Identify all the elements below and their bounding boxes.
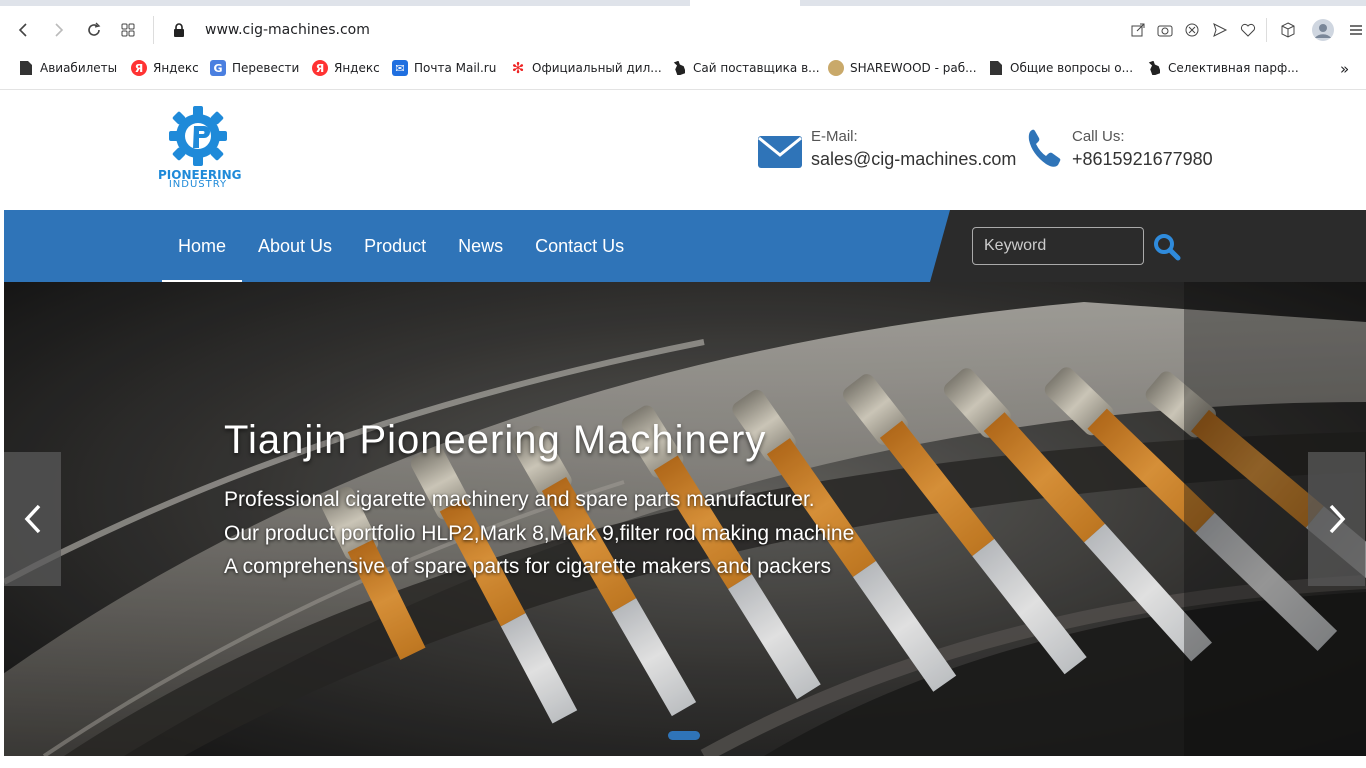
bookmark-label: Общие вопросы о... (1010, 61, 1134, 75)
heart-icon[interactable] (1236, 18, 1260, 42)
nav-menu: Home About Us Product News Contact Us (162, 210, 640, 282)
phone-label: Call Us: (1072, 128, 1125, 145)
page-icon (18, 60, 34, 76)
email-label: E-Mail: (811, 128, 858, 145)
phone-value[interactable]: +8615921677980 (1072, 149, 1213, 170)
speed-dial-icon[interactable] (116, 18, 140, 42)
search-icon (1154, 234, 1181, 261)
lock-icon[interactable] (167, 18, 191, 42)
bookmark-label: Яндекс (334, 61, 380, 75)
bookmark-item[interactable]: Селективная парф... (1146, 60, 1299, 76)
slider-dot-active[interactable] (668, 731, 700, 740)
slider-prev-button[interactable] (4, 452, 61, 586)
phone-icon (1028, 129, 1061, 167)
page-below-hero (4, 756, 1366, 768)
adblock-icon[interactable] (1180, 18, 1204, 42)
bookmark-item[interactable]: Общие вопросы о... (988, 60, 1133, 76)
bookmark-item[interactable]: G Перевести (210, 60, 299, 76)
bookmark-label: Селективная парф... (1168, 61, 1299, 75)
main-navigation: Home About Us Product News Contact Us (4, 210, 1366, 282)
bookmark-item[interactable]: Авиабилеты (18, 60, 117, 76)
tab-strip (0, 0, 1366, 6)
translate-icon: G (210, 60, 226, 76)
browser-chrome: www.cig-machines.com Авиабилеты Я Яндекс… (0, 0, 1366, 90)
envelope-icon (758, 136, 802, 168)
active-tab[interactable] (690, 0, 800, 6)
hero-line: A comprehensive of spare parts for cigar… (224, 555, 831, 578)
logo-text: PIONEERING INDUSTRY (158, 169, 242, 190)
bookmark-item[interactable]: ✻ Официальный дил... (510, 59, 662, 77)
yandex-icon: Я (312, 60, 328, 76)
bookmark-label: Почта Mail.ru (414, 61, 497, 75)
bookmark-item[interactable]: Я Яндекс (131, 60, 199, 76)
hero-line: Our product portfolio HLP2,Mark 8,Mark 9… (224, 522, 855, 545)
bottle-icon (1146, 60, 1162, 76)
reload-icon[interactable] (82, 18, 106, 42)
toolbar-divider (153, 16, 154, 44)
site-header: PIONEERING INDUSTRY E-Mail: sales@cig-ma… (4, 90, 1366, 210)
search-button[interactable] (1152, 232, 1182, 262)
nav-item-product[interactable]: Product (348, 210, 442, 282)
browser-toolbar: www.cig-machines.com (0, 10, 1366, 50)
back-icon[interactable] (12, 18, 36, 42)
bookmark-label: Перевести (232, 61, 300, 75)
mail-icon: ✉ (392, 60, 408, 76)
nav-item-home[interactable]: Home (162, 210, 243, 282)
phone-contact: Call Us: +8615921677980 (1026, 128, 1213, 170)
bookmark-item[interactable]: Сай поставщика в... (671, 60, 820, 76)
bookmark-item[interactable]: Я Яндекс (312, 60, 380, 76)
email-value[interactable]: sales@cig-machines.com (811, 149, 1016, 170)
gear-logo-icon (169, 106, 227, 166)
sharewood-icon (828, 60, 844, 76)
yandex-icon: Я (131, 60, 147, 76)
site-logo[interactable]: PIONEERING INDUSTRY (158, 104, 242, 194)
page-icon (988, 60, 1004, 76)
bottle-icon (671, 60, 687, 76)
bookmark-label: Официальный дил... (532, 61, 662, 75)
bookmark-label: SHAREWOOD - раб... (850, 61, 977, 75)
hero-line: Professional cigarette machinery and spa… (224, 488, 815, 511)
hero-slider: Tianjin Pioneering Machinery Professiona… (4, 282, 1366, 756)
share-icon[interactable] (1126, 18, 1150, 42)
website: PIONEERING INDUSTRY E-Mail: sales@cig-ma… (4, 90, 1366, 768)
bookmark-item[interactable]: SHAREWOOD - раб... (828, 60, 977, 76)
bookmark-item[interactable]: ✉ Почта Mail.ru (392, 60, 496, 76)
bookmarks-overflow-button[interactable]: » (1340, 60, 1349, 78)
search-input[interactable] (972, 227, 1144, 265)
email-contact: E-Mail: sales@cig-machines.com (757, 128, 1016, 172)
bookmark-label: Сай поставщика в... (693, 61, 820, 75)
toolbar-divider (1266, 18, 1267, 42)
address-bar-url[interactable]: www.cig-machines.com (205, 22, 370, 38)
menu-icon[interactable] (1344, 18, 1366, 42)
logo-line-2: INDUSTRY (168, 179, 228, 190)
hero-background-image (4, 282, 1366, 756)
forward-icon[interactable] (46, 18, 70, 42)
nav-item-about-us[interactable]: About Us (242, 210, 348, 282)
profile-avatar-icon[interactable] (1311, 18, 1335, 42)
extensions-icon[interactable] (1276, 18, 1300, 42)
chevron-left-icon (24, 504, 40, 534)
nav-item-news[interactable]: News (442, 210, 519, 282)
huawei-icon: ✻ (511, 59, 525, 77)
slider-next-button[interactable] (1308, 452, 1365, 586)
hero-title: Tianjin Pioneering Machinery (224, 418, 767, 462)
send-icon[interactable] (1208, 18, 1232, 42)
bookmark-label: Яндекс (153, 61, 199, 75)
chevron-right-icon (1329, 504, 1345, 534)
camera-icon[interactable] (1153, 18, 1177, 42)
bookmarks-bar: Авиабилеты Я Яндекс G Перевести Я Яндекс… (0, 54, 1366, 84)
nav-item-contact-us[interactable]: Contact Us (519, 210, 640, 282)
bookmark-label: Авиабилеты (40, 61, 118, 75)
